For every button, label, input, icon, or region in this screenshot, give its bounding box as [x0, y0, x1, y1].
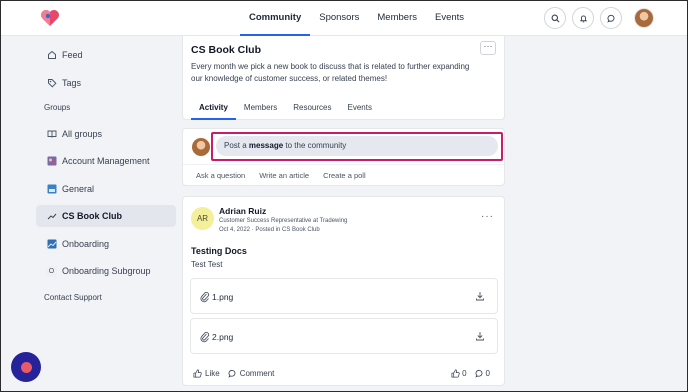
like-count[interactable]: 0	[451, 369, 467, 378]
sidebar-item-label: Onboarding	[62, 239, 110, 249]
tab-activity[interactable]: Activity	[191, 98, 236, 120]
tab-members[interactable]: Members	[236, 98, 285, 120]
post-counts: 0 0	[451, 369, 490, 378]
home-icon	[46, 50, 57, 61]
author-avatar[interactable]: AR	[191, 207, 214, 230]
post-meta: Oct 4, 2022 · Posted in CS Book Club	[219, 227, 320, 233]
book-icon	[46, 129, 57, 140]
groups-heading: Groups	[44, 103, 71, 112]
post-title: Testing Docs	[191, 246, 247, 256]
write-article-button[interactable]: Write an article	[259, 171, 309, 180]
notifications-button[interactable]	[572, 7, 594, 29]
composer-card: Post a message to the community Ask a qu…	[182, 128, 505, 186]
chat-icon	[606, 14, 614, 23]
sidebar-item-feed[interactable]: Feed	[36, 44, 176, 66]
post-actions: Like Comment	[193, 369, 274, 378]
letter-o-icon: O	[46, 265, 57, 277]
group-tabs: Activity Members Resources Events	[191, 98, 380, 120]
launcher-dot-icon	[20, 361, 32, 373]
messages-button[interactable]	[600, 7, 622, 29]
nav-sponsors[interactable]: Sponsors	[310, 0, 368, 36]
comment-label: Comment	[239, 369, 275, 378]
post-more-button[interactable]: ···	[481, 211, 494, 222]
group-header-card: CS Book Club ··· Every month we pick a n…	[182, 36, 505, 120]
search-button[interactable]	[544, 7, 566, 29]
sidebar-item-tags[interactable]: Tags	[36, 72, 176, 94]
author-name[interactable]: Adrian Ruiz	[219, 206, 266, 216]
group-image-icon	[46, 239, 57, 250]
tab-resources[interactable]: Resources	[285, 98, 339, 120]
sidebar-item-label: All groups	[62, 129, 103, 139]
main-nav: Community Sponsors Members Events	[240, 0, 473, 36]
sidebar-item-account-management[interactable]: Account Management	[36, 150, 176, 172]
group-title: CS Book Club	[191, 44, 261, 56]
group-image-icon	[46, 211, 57, 222]
header-actions	[544, 7, 654, 29]
comment-button[interactable]: Comment	[228, 369, 275, 378]
top-bar: Community Sponsors Members Events	[0, 0, 688, 36]
user-avatar[interactable]	[634, 8, 654, 28]
sidebar-item-label: CS Book Club	[62, 211, 122, 221]
composer-bold: message	[248, 141, 284, 150]
contact-support-link[interactable]: Contact Support	[44, 293, 102, 302]
group-description: Every month we pick a new book to discus…	[191, 62, 470, 83]
attachment-name: 1.png	[212, 292, 234, 302]
divider	[183, 164, 504, 165]
sidebar-item-label: Feed	[62, 50, 83, 60]
tab-events[interactable]: Events	[340, 98, 380, 120]
nav-events[interactable]: Events	[426, 0, 473, 36]
search-icon	[551, 14, 559, 22]
like-label: Like	[205, 369, 220, 378]
composer-suffix: to the community	[283, 141, 347, 150]
sidebar-item-all-groups[interactable]: All groups	[36, 123, 176, 145]
composer-prefix: Post a	[224, 141, 249, 150]
group-image-icon	[46, 184, 57, 195]
chat-launcher-button[interactable]	[11, 352, 41, 382]
sidebar-item-cs-book-club[interactable]: CS Book Club	[36, 205, 176, 227]
nav-members[interactable]: Members	[368, 0, 426, 36]
nav-community[interactable]: Community	[240, 0, 311, 36]
attachment-item[interactable]: 1.png	[190, 278, 498, 314]
logo-icon[interactable]	[40, 9, 60, 27]
group-more-button[interactable]: ···	[480, 41, 496, 55]
comment-icon	[228, 369, 236, 378]
post-card: AR Adrian Ruiz Customer Success Represen…	[182, 196, 505, 386]
comment-count[interactable]: 0	[474, 369, 490, 378]
paperclip-icon	[200, 331, 210, 343]
post-message-input[interactable]: Post a message to the community	[216, 136, 498, 156]
like-button[interactable]: Like	[193, 369, 220, 378]
like-count-value: 0	[462, 369, 467, 378]
comment-icon	[474, 369, 482, 378]
author-role: Customer Success Representative at Trade…	[219, 218, 348, 224]
bell-icon	[579, 14, 587, 22]
comment-count-value: 0	[485, 369, 490, 378]
tag-icon	[46, 78, 57, 89]
sidebar-item-label: Tags	[62, 78, 82, 88]
thumbs-up-icon	[193, 369, 202, 378]
download-icon[interactable]	[475, 331, 485, 341]
attachment-name: 2.png	[212, 332, 234, 342]
paperclip-icon	[200, 291, 210, 303]
create-poll-button[interactable]: Create a poll	[323, 171, 366, 180]
sidebar-item-onboarding-subgroup[interactable]: O Onboarding Subgroup	[36, 260, 176, 282]
ask-question-button[interactable]: Ask a question	[196, 171, 245, 180]
composer-actions: Ask a question Write an article Create a…	[196, 171, 380, 180]
download-icon[interactable]	[475, 291, 485, 301]
sidebar-item-label: General	[62, 184, 95, 194]
group-image-icon	[46, 156, 57, 167]
thumbs-up-icon	[451, 369, 460, 378]
sidebar-item-general[interactable]: General	[36, 178, 176, 200]
composer-avatar	[192, 138, 210, 156]
post-body: Test Test	[191, 260, 223, 269]
sidebar-item-label: Account Management	[62, 156, 150, 166]
sidebar-item-label: Onboarding Subgroup	[62, 266, 151, 276]
sidebar-item-onboarding[interactable]: Onboarding	[36, 233, 176, 255]
attachment-item[interactable]: 2.png	[190, 318, 498, 354]
